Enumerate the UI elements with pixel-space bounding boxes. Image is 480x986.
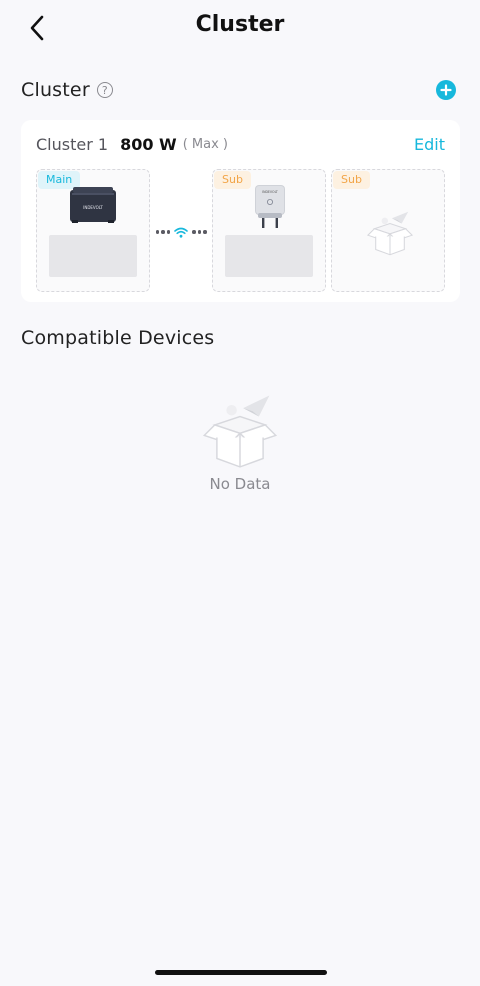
main-device-slot[interactable]: Main INDEVOLT [36, 169, 150, 292]
svg-text:INDEVOLT: INDEVOLT [262, 190, 278, 194]
compatible-section-header: Compatible Devices [21, 323, 456, 353]
cluster-power: 800 W [120, 134, 177, 154]
cluster-name: Cluster 1 [36, 134, 109, 154]
nav-bar: Cluster [0, 0, 480, 56]
cluster-section-title: Cluster [21, 79, 90, 101]
main-device-label [49, 235, 137, 277]
no-data-text: No Data [209, 475, 271, 493]
cluster-section-header: Cluster ? [21, 75, 456, 105]
sub-tag: Sub [214, 171, 251, 189]
cluster-card: Cluster 1 800 W ( Max ) Edit Main INDEVO… [21, 120, 460, 302]
connection-indicator [151, 223, 211, 241]
empty-box-icon [202, 395, 278, 468]
cluster-max-label: ( Max ) [182, 136, 228, 152]
page-title: Cluster [195, 12, 285, 37]
empty-state: No Data [0, 385, 480, 493]
sub-tag: Sub [333, 171, 370, 189]
svg-text:INDEVOLT: INDEVOLT [83, 205, 103, 210]
wifi-icon [174, 227, 188, 238]
compatible-section-title: Compatible Devices [21, 327, 215, 349]
question-icon[interactable]: ? [96, 82, 113, 98]
cluster-card-header: Cluster 1 800 W ( Max ) Edit [36, 132, 445, 156]
home-indicator [155, 970, 327, 975]
edit-button[interactable]: Edit [414, 135, 445, 154]
power-station-icon: INDEVOLT [70, 187, 116, 223]
sub-device-slot-2[interactable]: Sub [331, 169, 445, 292]
sub-device-label [225, 235, 313, 277]
smart-plug-icon: INDEVOLT [255, 185, 285, 228]
empty-box-icon [366, 211, 414, 256]
sub-device-slot-1[interactable]: Sub INDEVOLT [212, 169, 326, 292]
add-cluster-button[interactable] [436, 80, 456, 100]
plus-icon [440, 84, 452, 96]
